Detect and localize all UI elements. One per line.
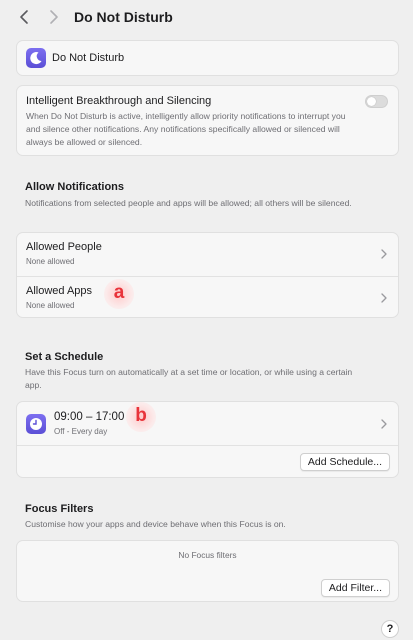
focus-filters-title: Focus Filters <box>25 503 94 515</box>
toolbar: Do Not Disturb <box>0 0 413 36</box>
chevron-right-icon <box>50 10 58 24</box>
annotation-marker-b: b <box>126 402 156 432</box>
divider <box>17 445 398 446</box>
allowed-apps-label: Allowed Apps <box>26 285 93 297</box>
intelligent-breakthrough-card: Intelligent Breakthrough and Silencing W… <box>16 85 399 156</box>
allowed-people-label: Allowed People <box>26 241 102 253</box>
allowed-people-row[interactable]: Allowed People None allowed <box>17 233 398 276</box>
toggle-knob <box>367 97 376 106</box>
forward-button[interactable] <box>44 8 62 26</box>
allow-notifications-description: Notifications from selected people and a… <box>25 198 352 208</box>
chevron-right-icon <box>380 293 388 303</box>
intelligent-breakthrough-title: Intelligent Breakthrough and Silencing <box>26 95 212 107</box>
add-schedule-button[interactable]: Add Schedule... <box>299 453 390 471</box>
focus-app-name: Do Not Disturb <box>52 52 125 64</box>
allowed-apps-row[interactable]: Allowed Apps None allowed <box>17 276 398 319</box>
moon-icon <box>26 48 46 68</box>
add-filter-button[interactable]: Add Filter... <box>320 579 390 597</box>
focus-filters-card: No Focus filters Add Filter... <box>16 540 399 602</box>
intelligent-breakthrough-toggle[interactable] <box>365 95 388 108</box>
chevron-left-icon <box>20 10 28 24</box>
clock-icon <box>26 414 46 434</box>
page-title: Do Not Disturb <box>74 9 173 25</box>
allowed-apps-status: None allowed <box>26 301 75 310</box>
help-button[interactable]: ? <box>381 620 399 638</box>
allow-notifications-title: Allow Notifications <box>25 181 124 193</box>
allowed-people-status: None allowed <box>26 257 75 266</box>
chevron-right-icon <box>380 419 388 429</box>
schedule-title: Set a Schedule <box>25 351 104 363</box>
allow-list-card: Allowed People None allowed Allowed Apps… <box>16 232 399 318</box>
no-filters-text: No Focus filters <box>178 550 237 560</box>
annotation-marker-a: a <box>104 279 134 309</box>
schedule-description: Have this Focus turn on automatically at… <box>25 367 353 390</box>
intelligent-breakthrough-description: When Do Not Disturb is active, intellige… <box>26 111 346 147</box>
schedule-status: Off - Every day <box>54 427 108 436</box>
schedule-card: 09:00 – 17:00 Off - Every day Add Schedu… <box>16 401 399 478</box>
back-button[interactable] <box>16 8 34 26</box>
chevron-right-icon <box>380 249 388 259</box>
schedule-time: 09:00 – 17:00 <box>54 411 125 423</box>
focus-filters-description: Customise how your apps and device behav… <box>25 519 286 529</box>
focus-app-card: Do Not Disturb <box>16 40 399 76</box>
schedule-row[interactable]: 09:00 – 17:00 Off - Every day <box>17 402 398 445</box>
